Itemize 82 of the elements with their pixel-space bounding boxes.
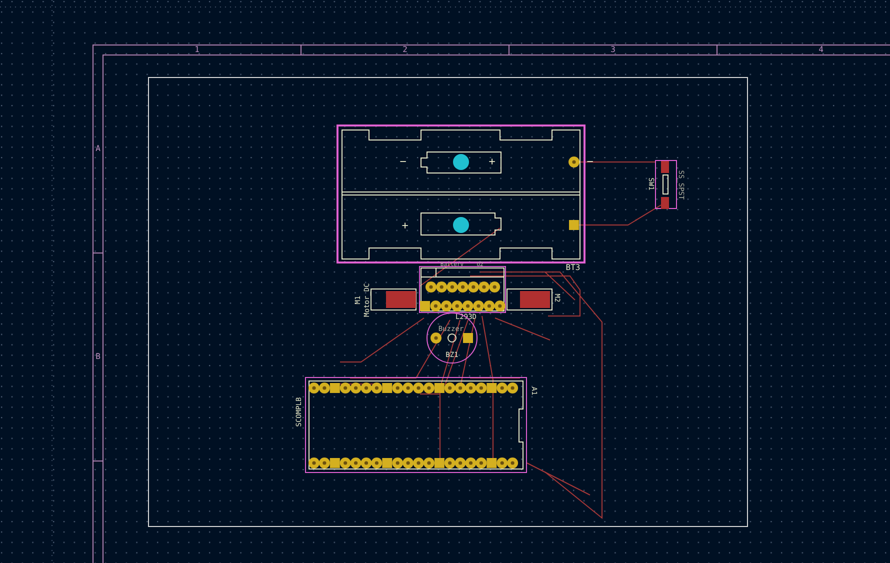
column-label: 1 [194, 45, 200, 54]
round-pad [465, 382, 476, 394]
round-pad [507, 382, 518, 394]
round-pad [423, 458, 434, 468]
motor-outline [370, 288, 416, 310]
round-pad [444, 458, 456, 468]
square-pad [382, 383, 392, 393]
round-pad [340, 458, 351, 468]
round-pad [308, 458, 320, 468]
column-label: 3 [610, 45, 616, 54]
motor-outline [506, 288, 552, 310]
square-pad [486, 458, 497, 468]
buzzer-outline [426, 312, 478, 364]
round-pad [340, 382, 351, 394]
round-pad [318, 458, 330, 468]
row-label: B [96, 352, 100, 362]
round-pad [473, 300, 484, 312]
round-pad [350, 458, 362, 468]
reference-label: BT3 [566, 263, 580, 272]
round-pad [454, 382, 466, 394]
round-pad [413, 458, 424, 468]
square-pad [463, 333, 473, 343]
round-pad [426, 282, 436, 292]
round-pad [360, 458, 372, 468]
square-pad [434, 458, 444, 468]
round-pad [476, 382, 487, 394]
round-pad [444, 382, 456, 394]
square-pad [569, 220, 579, 230]
round-pad [446, 282, 458, 292]
smd-pad [520, 291, 550, 308]
square-pad [330, 458, 340, 468]
square-pad [382, 458, 392, 468]
battery-contact-icon [453, 217, 469, 233]
round-pad [468, 282, 479, 292]
round-pad [430, 332, 442, 344]
switch-body-outline [662, 174, 668, 194]
row-label: A [96, 144, 100, 154]
round-pad [478, 282, 490, 292]
square-pad [434, 383, 444, 393]
smd-pad [661, 161, 669, 173]
round-pad [402, 458, 414, 468]
smd-pad [661, 197, 669, 209]
round-pad [489, 282, 500, 292]
courtyard-outline [655, 160, 677, 209]
round-pad [350, 382, 362, 394]
polarity-mark: − [400, 155, 406, 168]
square-pad [420, 301, 430, 311]
square-pad [486, 383, 497, 393]
smd-pad [386, 291, 416, 308]
round-pad [484, 300, 495, 312]
round-pad [496, 382, 508, 394]
round-pad [440, 300, 452, 312]
round-pad [452, 300, 463, 312]
round-pad [462, 300, 474, 312]
round-pad [454, 458, 466, 468]
square-pad [330, 383, 340, 393]
round-pad [457, 282, 468, 292]
column-label: 2 [402, 45, 408, 54]
polarity-mark: + [402, 219, 408, 232]
column-label: 4 [818, 45, 824, 54]
round-pad [392, 458, 404, 468]
round-pad [496, 458, 508, 468]
round-pad [371, 382, 382, 394]
round-pad [318, 382, 330, 394]
polarity-mark: − [586, 155, 594, 168]
round-pad [465, 458, 476, 468]
round-pad [392, 382, 404, 394]
round-pad [568, 156, 580, 168]
battery-contact-icon [453, 154, 469, 170]
polarity-mark: + [488, 155, 496, 168]
round-pad [413, 382, 424, 394]
round-pad [476, 458, 487, 468]
round-pad [436, 282, 448, 292]
round-pad [507, 458, 518, 468]
round-pad [423, 382, 434, 394]
round-pad [371, 458, 382, 468]
round-pad [308, 382, 320, 394]
buzzer-center-icon [448, 334, 456, 342]
round-pad [360, 382, 372, 394]
round-pad [494, 300, 506, 312]
round-pad [430, 300, 442, 312]
round-pad [402, 382, 414, 394]
